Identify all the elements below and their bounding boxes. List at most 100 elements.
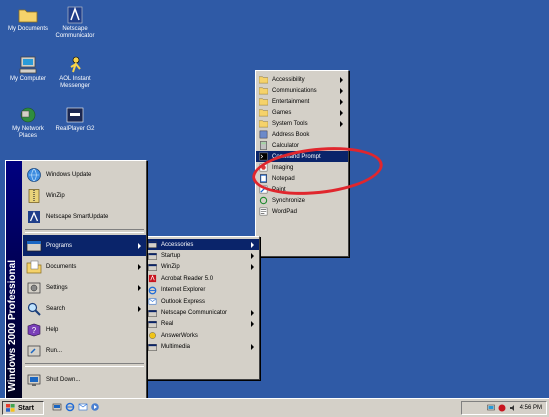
accessories-item-communications[interactable]: Communications <box>256 85 348 96</box>
outlook-express-icon[interactable] <box>78 402 88 412</box>
desktop-icon-aol-instant-messenger[interactable]: AOL Instant Messenger <box>50 56 100 90</box>
submenu-arrow-icon <box>340 87 343 94</box>
accessories-item-synchronize[interactable]: Synchronize <box>256 195 348 206</box>
aim-icon <box>70 56 81 73</box>
programs-item-winzip[interactable]: WinZip <box>145 262 259 273</box>
start-menu-items: Windows Update WinZip Netscape SmartUpda… <box>23 161 146 390</box>
computer-icon <box>19 56 37 74</box>
media-player-icon[interactable] <box>90 402 100 412</box>
globe-icon <box>27 167 41 182</box>
system-tray: 4:56 PM <box>461 401 547 415</box>
help-icon: ? <box>27 323 41 336</box>
network-tray-icon[interactable] <box>486 404 495 412</box>
desktop-icon-my-network-places[interactable]: My Network Places <box>3 106 53 140</box>
programs-item-accessories[interactable]: Accessories <box>145 239 259 251</box>
accessories-item-games[interactable]: Games <box>256 107 348 118</box>
program-group-icon <box>148 252 157 260</box>
taskbar: Start 4:56 PM <box>0 398 549 417</box>
program-group-icon <box>148 321 157 328</box>
submenu-arrow-icon <box>138 263 141 270</box>
programs-item-multimedia[interactable]: Multimedia <box>145 342 259 353</box>
accessories-item-calculator[interactable]: Calculator <box>256 140 348 151</box>
accessories-item-wordpad[interactable]: WordPad <box>256 206 348 217</box>
start-item-winzip[interactable]: WinZip <box>23 185 146 206</box>
folder-icon <box>18 9 38 23</box>
start-item-programs[interactable]: Programs <box>23 235 146 256</box>
accessories-item-address-book[interactable]: Address Book <box>256 129 348 140</box>
accessories-item-system-tools[interactable]: System Tools <box>256 118 348 129</box>
realplayer-tray-icon[interactable] <box>498 404 506 412</box>
folder-icon <box>259 109 268 117</box>
submenu-arrow-icon <box>340 109 343 116</box>
submenu-arrow-icon <box>251 264 254 271</box>
programs-item-answerworks[interactable]: AnswerWorks <box>145 330 259 341</box>
programs-icon <box>26 240 42 251</box>
folder-icon <box>259 120 268 128</box>
submenu-arrow-icon <box>251 253 254 260</box>
netscape-icon <box>28 210 40 223</box>
desktop: My Documents Netscape Communicator My Co… <box>0 0 549 399</box>
desktop-icon-my-documents[interactable]: My Documents <box>3 6 53 33</box>
start-item-netscape-smartupdate[interactable]: Netscape SmartUpdate <box>23 206 146 227</box>
menu-separator <box>25 363 144 367</box>
paint-icon <box>259 185 268 194</box>
clock[interactable]: 4:56 PM <box>520 405 542 411</box>
network-icon <box>20 107 36 123</box>
program-group-icon <box>148 343 157 351</box>
desktop-icon-netscape-communicator[interactable]: Netscape Communicator <box>50 6 100 40</box>
volume-icon[interactable] <box>509 404 517 412</box>
submenu-arrow-icon <box>251 241 254 248</box>
desktop-icon-label: My Computer <box>9 76 46 82</box>
wordpad-icon <box>259 207 268 216</box>
start-button-label: Start <box>18 404 34 412</box>
desktop-icon-realplayer-g2[interactable]: RealPlayer G2 <box>50 106 100 133</box>
start-button[interactable]: Start <box>2 401 44 415</box>
imaging-icon <box>259 163 268 172</box>
accessories-item-entertainment[interactable]: Entertainment <box>256 96 348 107</box>
programs-item-netscape-communicator[interactable]: Netscape Communicator <box>145 307 259 318</box>
program-group-icon <box>148 241 157 249</box>
answerworks-icon <box>149 332 156 340</box>
accessories-item-notepad[interactable]: Notepad <box>256 173 348 184</box>
desktop-icon-label: My Network Places <box>12 126 44 139</box>
programs-item-internet-explorer[interactable]: Internet Explorer <box>145 285 259 296</box>
menu-separator <box>25 229 144 233</box>
start-menu-banner: Windows 2000 Professional <box>6 161 22 398</box>
program-group-icon <box>148 309 157 317</box>
address-book-icon <box>259 130 268 139</box>
submenu-arrow-icon <box>138 284 141 291</box>
show-desktop-icon[interactable] <box>52 402 62 412</box>
start-item-search[interactable]: Search <box>23 298 146 319</box>
accessories-item-paint[interactable]: Paint <box>256 184 348 195</box>
search-icon <box>27 302 41 316</box>
programs-item-acrobat-reader[interactable]: Acrobat Reader 5.0 <box>145 273 259 284</box>
folder-icon <box>259 98 268 106</box>
calculator-icon <box>260 141 267 150</box>
internet-explorer-icon[interactable] <box>65 402 75 412</box>
desktop-icon-my-computer[interactable]: My Computer <box>3 56 53 83</box>
svg-text:?: ? <box>32 326 37 335</box>
programs-item-startup[interactable]: Startup <box>145 250 259 261</box>
programs-menu: Accessories Startup WinZip Acrobat Reade… <box>144 236 260 380</box>
submenu-arrow-icon <box>340 98 343 105</box>
program-group-icon <box>148 264 157 271</box>
accessories-item-command-prompt[interactable]: Command Prompt <box>256 151 348 162</box>
submenu-arrow-icon <box>251 321 254 328</box>
programs-item-outlook-express[interactable]: Outlook Express <box>145 296 259 307</box>
folder-icon <box>259 76 268 84</box>
start-item-run[interactable]: Run... <box>23 340 146 361</box>
start-item-documents[interactable]: Documents <box>23 256 146 277</box>
submenu-arrow-icon <box>251 310 254 317</box>
run-icon <box>27 345 41 356</box>
start-item-shut-down[interactable]: Shut Down... <box>23 369 146 390</box>
start-item-settings[interactable]: Settings <box>23 277 146 298</box>
submenu-arrow-icon <box>138 242 141 249</box>
start-item-help[interactable]: ? Help <box>23 319 146 340</box>
command-prompt-icon <box>259 152 268 161</box>
start-item-windows-update[interactable]: Windows Update <box>23 164 146 185</box>
accessories-item-imaging[interactable]: Imaging <box>256 162 348 173</box>
submenu-arrow-icon <box>138 305 141 312</box>
programs-item-real[interactable]: Real <box>145 319 259 330</box>
windows-logo-icon <box>6 404 15 412</box>
accessories-item-accessibility[interactable]: Accessibility <box>256 74 348 85</box>
